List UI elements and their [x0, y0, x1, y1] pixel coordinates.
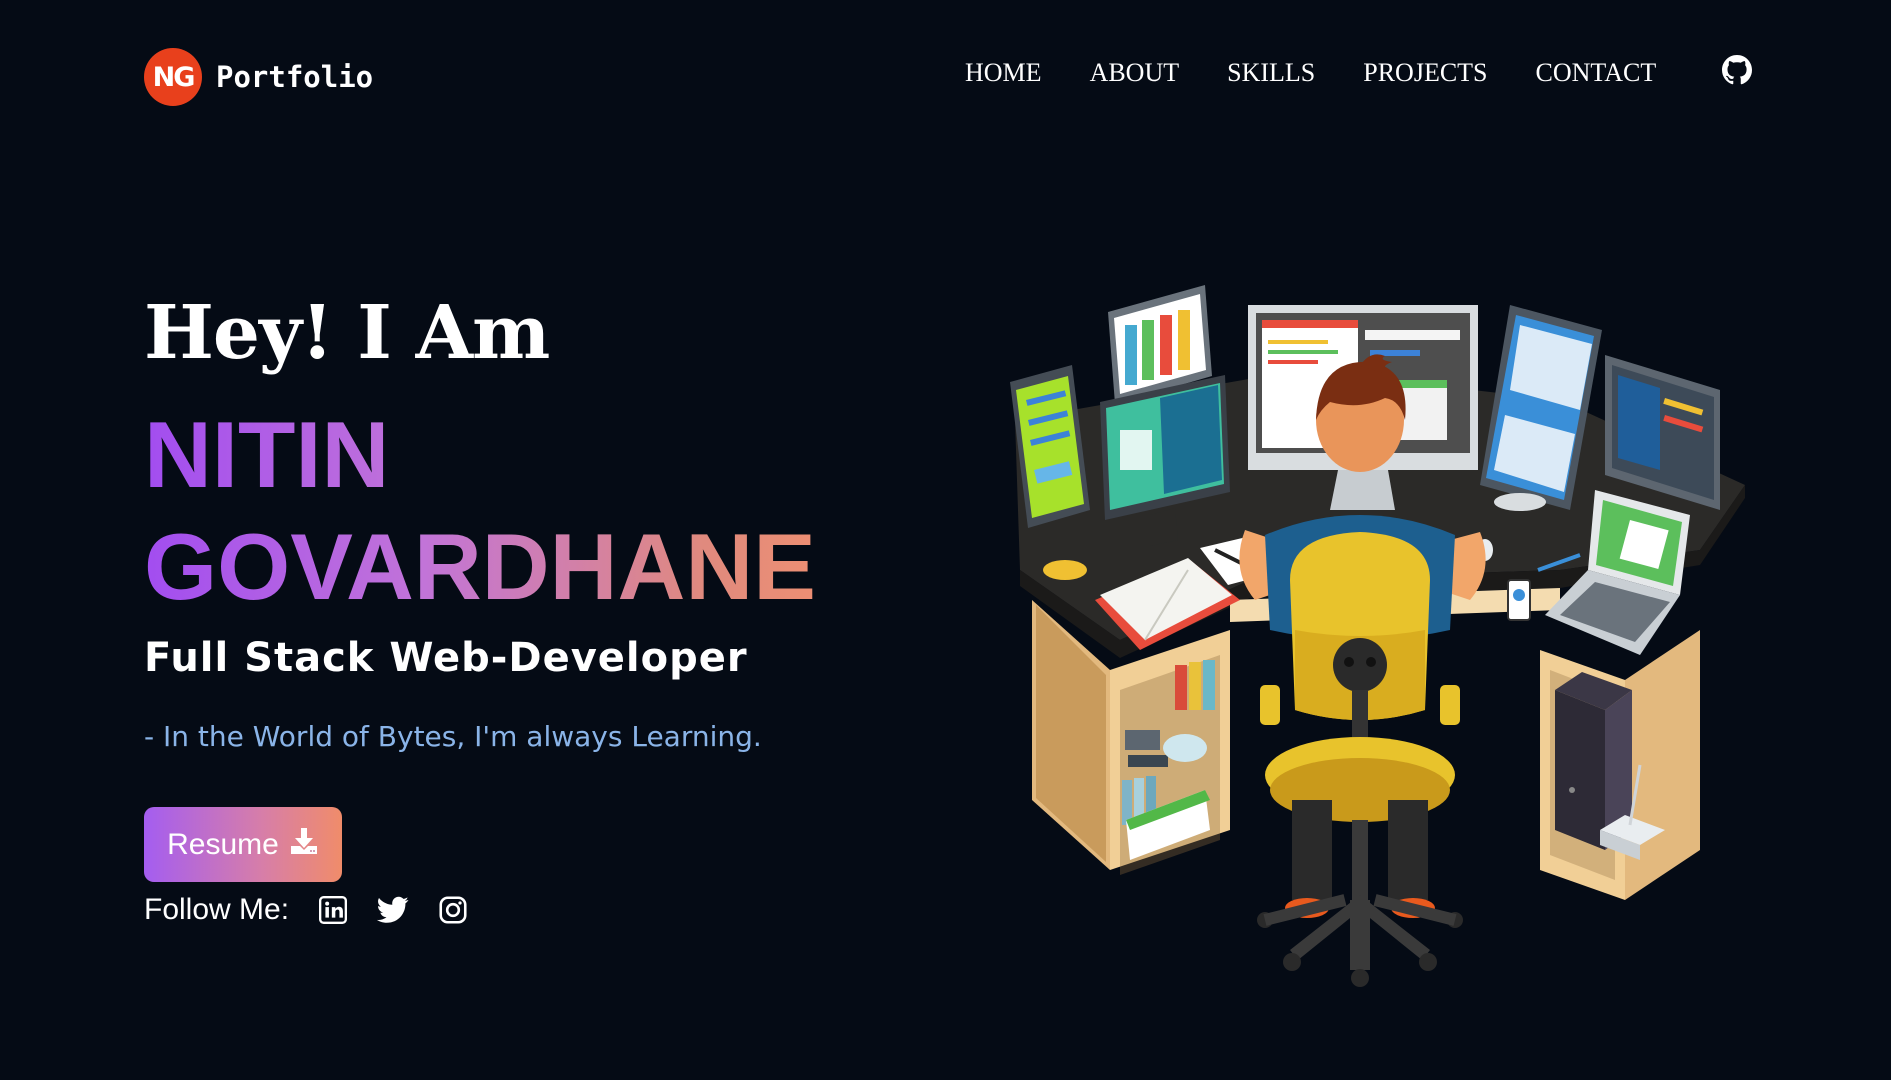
brand[interactable]: NG Portfolio — [144, 48, 373, 106]
twitter-icon[interactable] — [377, 894, 409, 926]
role-title: Full Stack Web-Developer — [144, 635, 748, 681]
first-name: NITIN — [144, 402, 390, 507]
brand-logo[interactable]: NG — [144, 48, 202, 106]
last-name: GOVARDHANE — [144, 514, 816, 619]
resume-button[interactable]: Resume — [144, 807, 342, 882]
linkedin-icon[interactable] — [317, 894, 349, 926]
nav-contact-link[interactable]: CONTACT — [1536, 58, 1657, 88]
follow-label: Follow Me: — [144, 893, 290, 926]
developer-illustration — [1000, 270, 1770, 990]
download-icon — [289, 827, 319, 863]
instagram-icon[interactable] — [437, 894, 469, 926]
nav-links: HOME ABOUT SKILLS PROJECTS CONTACT — [965, 58, 1704, 88]
navbar: NG Portfolio HOME ABOUT SKILLS PROJECTS … — [0, 0, 1891, 155]
greeting-heading: Hey! I Am — [144, 290, 550, 376]
nav-projects-link[interactable]: PROJECTS — [1363, 58, 1487, 88]
tagline: - In the World of Bytes, I'm always Lear… — [144, 720, 762, 753]
nav-about-link[interactable]: ABOUT — [1090, 58, 1180, 88]
nav-home-link[interactable]: HOME — [965, 58, 1042, 88]
nav-skills-link[interactable]: SKILLS — [1227, 58, 1315, 88]
resume-label: Resume — [167, 827, 279, 861]
brand-name[interactable]: Portfolio — [216, 60, 373, 94]
follow-me: Follow Me: — [144, 893, 497, 927]
developer-workstation-image — [1010, 285, 1745, 987]
github-icon[interactable] — [1722, 55, 1752, 85]
